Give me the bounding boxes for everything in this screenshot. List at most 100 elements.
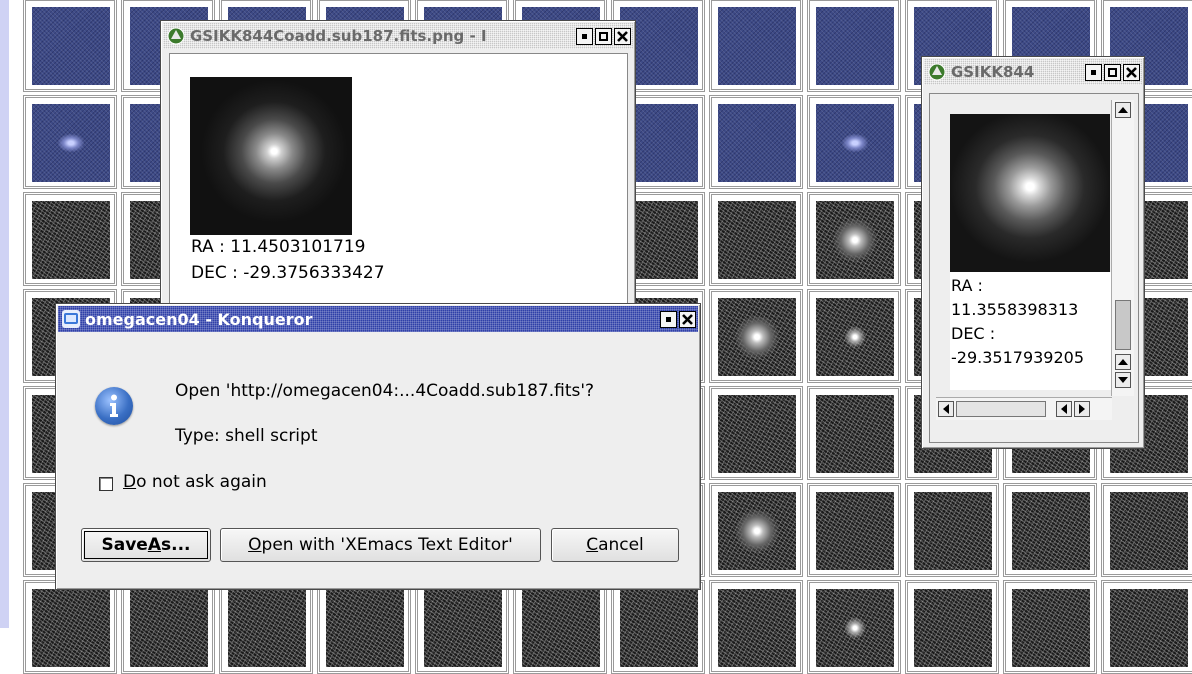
thumbnail-cell[interactable]: [807, 483, 901, 577]
source-blob: [844, 617, 866, 639]
dialog-title: omegacen04 - Konqueror: [85, 309, 313, 329]
thumbnail-cell[interactable]: [807, 386, 901, 480]
scroll-left-icon[interactable]: [938, 401, 954, 417]
thumbnail-cell[interactable]: [807, 95, 901, 189]
scroll-left-icon[interactable]: [1056, 401, 1072, 417]
thumbnail-image: [424, 589, 502, 667]
dec-value: -29.3517939205: [951, 348, 1085, 367]
thumbnail-cell[interactable]: [23, 0, 117, 92]
thumbnail-cell[interactable]: [807, 192, 901, 286]
cancel-button[interactable]: Cancel: [551, 528, 679, 562]
source-blob: [735, 315, 779, 359]
maximize-icon[interactable]: [595, 27, 612, 45]
save-as-mnemonic: A: [147, 535, 161, 555]
thumbnail-image: [326, 589, 404, 667]
minimize-icon[interactable]: [576, 27, 593, 45]
thumbnail-cell[interactable]: [415, 580, 509, 674]
cancel-text: ancel: [598, 535, 644, 555]
image-window-1: GSIKK844Coadd.sub187.fits.png - I RA : 1…: [160, 20, 636, 320]
konqueror-open-dialog: omegacen04 - Konqueror Open 'http://omeg…: [55, 303, 701, 590]
thumbnail-cell[interactable]: [807, 0, 901, 92]
thumbnail-image: [620, 589, 698, 667]
thumbnail-cell[interactable]: [1003, 483, 1097, 577]
ra-value: 11.3558398313: [951, 300, 1079, 319]
scroll-down-icon[interactable]: [1115, 372, 1131, 388]
thumbnail-image: [816, 104, 894, 182]
image-window-1-title: GSIKK844Coadd.sub187.fits.png - I: [190, 27, 487, 45]
thumbnail-cell[interactable]: [709, 386, 803, 480]
thumbnail-cell[interactable]: [121, 580, 215, 674]
thumbnail-cell[interactable]: [1101, 483, 1192, 577]
thumbnail-cell[interactable]: [905, 483, 999, 577]
scroll-right-icon[interactable]: [1074, 401, 1090, 417]
dialog-titlebar[interactable]: omegacen04 - Konqueror: [58, 306, 698, 332]
image-window-2: GSIKK844 RA : 11.3558398313 DEC : -29.35…: [921, 56, 1145, 449]
scroll-up-icon[interactable]: [1115, 102, 1131, 118]
source-blob: [735, 509, 779, 553]
thumbnail-cell[interactable]: [709, 0, 803, 92]
thumbnail-cell[interactable]: [709, 289, 803, 383]
thumbnail-image: [130, 589, 208, 667]
ra-readout: RA : 11.4503101719: [191, 237, 366, 257]
image-window-2-titlebar[interactable]: GSIKK844: [924, 59, 1142, 85]
thumbnail-cell[interactable]: [709, 580, 803, 674]
maximize-icon[interactable]: [1104, 63, 1121, 81]
scrollbar-thumb[interactable]: [1115, 300, 1131, 350]
thumbnail-image: [32, 7, 110, 85]
minimize-icon[interactable]: [1085, 63, 1102, 81]
thumbnail-cell[interactable]: [513, 580, 607, 674]
thumbnail-cell[interactable]: [709, 192, 803, 286]
do-not-ask-again-checkbox[interactable]: [99, 477, 113, 491]
image-window-1-titlebar[interactable]: GSIKK844Coadd.sub187.fits.png - I: [163, 23, 633, 49]
konqueror-app-icon: [167, 27, 185, 45]
minimize-icon[interactable]: [660, 310, 677, 328]
close-icon[interactable]: [614, 27, 631, 45]
thumbnail-image: [1110, 492, 1188, 570]
thumbnail-image: [816, 7, 894, 85]
thumbnail-image: [816, 589, 894, 667]
thumbnail-cell[interactable]: [23, 580, 117, 674]
save-as-text-b: s...: [161, 535, 191, 555]
mnemonic-d: D: [123, 472, 137, 492]
thumbnail-image: [32, 104, 110, 182]
thumbnail-cell[interactable]: [23, 192, 117, 286]
thumbnail-cell[interactable]: [807, 289, 901, 383]
source-blob: [842, 134, 868, 152]
thumbnail-image: [718, 298, 796, 376]
open-with-text: pen with 'XEmacs Text Editor': [261, 535, 513, 555]
info-icon: [95, 387, 133, 425]
checkbox-label-rest: o not ask again: [136, 472, 267, 492]
image-window-1-content: RA : 11.4503101719 DEC : -29.3756333427: [169, 53, 628, 319]
thumbnail-cell[interactable]: [219, 580, 313, 674]
close-icon[interactable]: [1123, 63, 1140, 81]
thumbnail-image: [718, 395, 796, 473]
thumbnail-cell[interactable]: [23, 95, 117, 189]
thumbnail-cell[interactable]: [709, 483, 803, 577]
horizontal-scrollbar[interactable]: [936, 397, 1112, 420]
thumbnail-cell[interactable]: [317, 580, 411, 674]
thumbnail-cell[interactable]: [1101, 580, 1192, 674]
open-with-mnemonic: O: [248, 535, 262, 555]
thumbnail-cell[interactable]: [905, 580, 999, 674]
scroll-up-icon[interactable]: [1115, 354, 1131, 370]
save-as-button[interactable]: Save As...: [81, 528, 211, 562]
source-blob: [833, 218, 877, 262]
thumbnail-cell[interactable]: [807, 580, 901, 674]
thumbnail-cell[interactable]: [709, 95, 803, 189]
save-as-text-a: Save: [101, 535, 148, 555]
scroll-view: RA : 11.3558398313 DEC : -29.3517939205: [930, 94, 1112, 390]
desktop-edge: [0, 0, 9, 628]
do-not-ask-again-label[interactable]: Do not ask again: [123, 472, 267, 492]
image-window-2-title: GSIKK844: [951, 63, 1035, 81]
thumbnail-image: [1110, 589, 1188, 667]
dialog-type-line: Type: shell script: [175, 426, 318, 446]
thumbnail-cell[interactable]: [1003, 580, 1097, 674]
thumbnail-image: [816, 201, 894, 279]
thumbnail-image: [914, 492, 992, 570]
thumbnail-cell[interactable]: [611, 580, 705, 674]
close-icon[interactable]: [679, 310, 696, 328]
open-with-xemacs-button[interactable]: Open with 'XEmacs Text Editor': [220, 528, 541, 562]
vertical-scrollbar[interactable]: [1111, 100, 1134, 396]
scrollbar-thumb[interactable]: [956, 401, 1046, 417]
konqueror-app-icon: [928, 63, 946, 81]
